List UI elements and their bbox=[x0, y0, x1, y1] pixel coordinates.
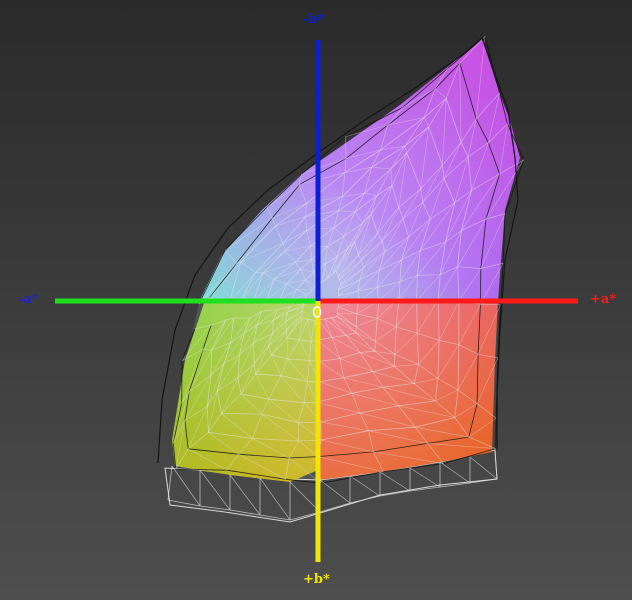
mesh-edge bbox=[355, 313, 358, 327]
mesh-edge bbox=[439, 461, 471, 484]
mesh-edge bbox=[349, 475, 381, 497]
mesh-edge bbox=[301, 315, 303, 319]
mesh-edge bbox=[319, 479, 351, 504]
mesh-edge bbox=[495, 418, 497, 449]
pos-a-axis-label: +a* bbox=[590, 292, 617, 307]
neg-a-axis-label: -a* bbox=[18, 292, 39, 307]
mesh-edge bbox=[379, 471, 411, 492]
pos-b-axis-label: +b* bbox=[303, 572, 330, 587]
mesh-edge bbox=[349, 495, 381, 504]
mesh-edge bbox=[229, 509, 261, 516]
mesh-edge bbox=[259, 477, 291, 521]
mesh-edge bbox=[394, 354, 396, 367]
mesh-edge bbox=[409, 467, 441, 488]
gamut-3d-view[interactable]: -b* +b* -a* +a* bbox=[0, 0, 632, 600]
mesh-edge bbox=[469, 456, 498, 480]
mesh-edge bbox=[379, 490, 411, 497]
neg-b-axis-label: -b* bbox=[303, 12, 325, 27]
mesh-edge bbox=[199, 469, 231, 511]
mesh-edge bbox=[494, 451, 498, 480]
mesh-edge bbox=[319, 502, 351, 513]
gamut-canvas bbox=[55, 35, 578, 562]
mesh-edge bbox=[171, 465, 201, 507]
mesh-edge bbox=[229, 474, 261, 516]
mesh-edge bbox=[416, 300, 418, 334]
mesh-edge bbox=[167, 465, 173, 501]
